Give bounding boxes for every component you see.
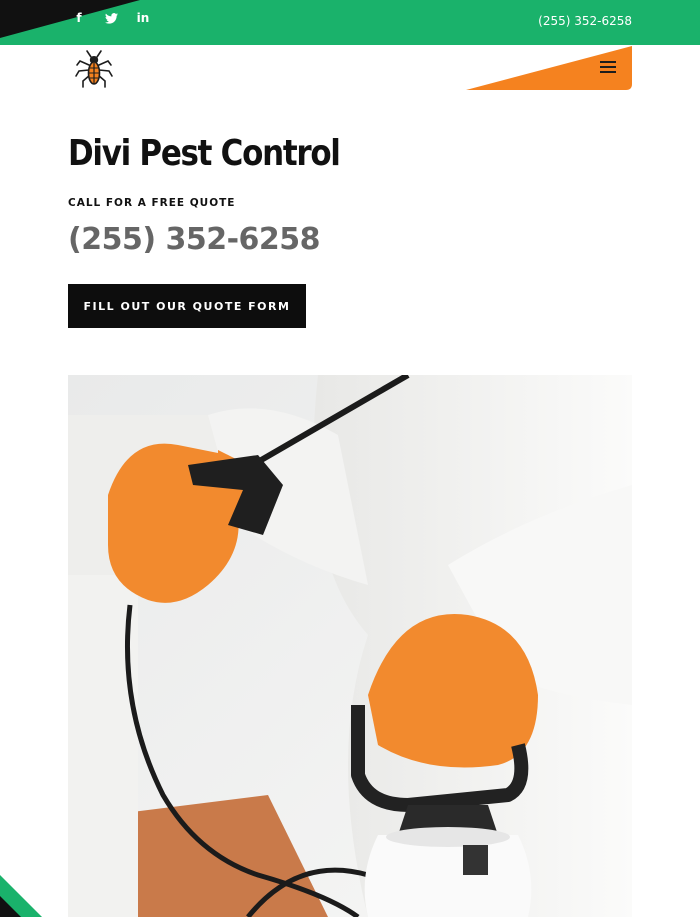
social-links: f in	[72, 10, 150, 26]
hero-phone-number[interactable]: (255) 352-6258	[68, 222, 321, 257]
top-bar: f in (255) 352-6258	[0, 0, 700, 45]
corner-accent-black	[0, 896, 21, 917]
menu-hamburger-icon[interactable]	[600, 61, 616, 73]
quote-kicker: CALL FOR A FREE QUOTE	[68, 197, 236, 209]
hero-photo-pest-sprayer	[68, 375, 632, 917]
facebook-icon[interactable]: f	[72, 10, 86, 26]
twitter-icon[interactable]	[104, 10, 118, 26]
bug-logo-icon[interactable]	[72, 49, 116, 89]
quote-form-button[interactable]: FILL OUT OUR QUOTE FORM	[68, 284, 306, 328]
linkedin-icon[interactable]: in	[136, 10, 150, 26]
top-bar-phone[interactable]: (255) 352-6258	[538, 14, 632, 28]
site-header	[0, 45, 700, 95]
page-title: Divi Pest Control	[68, 133, 341, 174]
